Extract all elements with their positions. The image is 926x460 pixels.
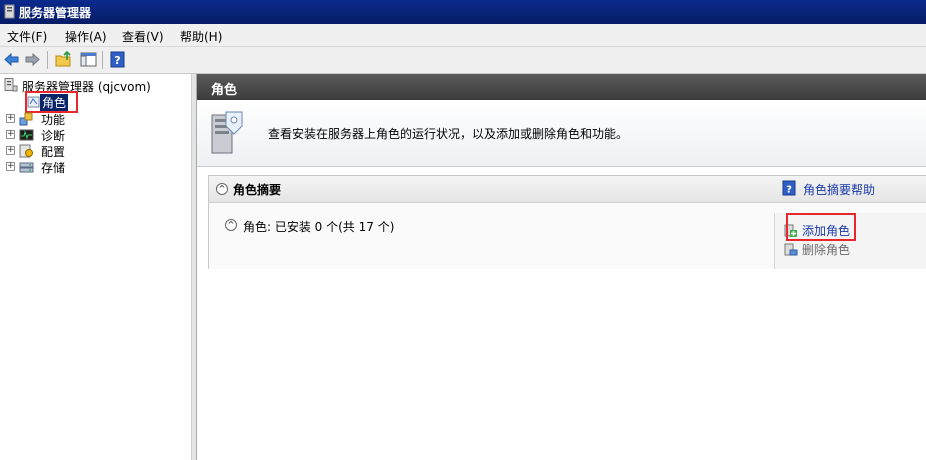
remove-roles-link[interactable]: 删除角色 <box>802 241 850 258</box>
svg-text:?: ? <box>114 54 120 67</box>
server-manager-icon <box>4 4 15 19</box>
tree-item-diagnostics[interactable]: + 诊断 <box>6 127 156 143</box>
collapse-icon[interactable]: ^ <box>216 183 228 195</box>
configuration-icon <box>19 144 33 158</box>
toolbar: ? <box>0 47 926 74</box>
window-title: 服务器管理器 <box>19 6 92 20</box>
tree-item-label: 功能 <box>41 113 66 127</box>
window-title-bar: 服务器管理器 <box>0 0 926 24</box>
diagnostics-icon <box>19 129 34 141</box>
expand-icon[interactable]: + <box>6 130 15 139</box>
tree-item-label: 诊断 <box>41 129 66 143</box>
expand-icon[interactable]: + <box>6 146 15 155</box>
intro-banner: 查看安装在服务器上角色的运行状况，以及添加或删除角色和功能。 <box>197 100 926 167</box>
roles-summary-title: 角色摘要 <box>233 183 282 197</box>
expand-icon[interactable]: + <box>6 114 15 123</box>
svg-text:?: ? <box>786 185 792 196</box>
roles-installed-status: 角色: 已安装 0 个(共 17 个) <box>243 220 395 234</box>
highlight-box <box>25 91 78 113</box>
server-manager-icon <box>4 78 18 92</box>
expand-icon[interactable]: + <box>6 162 15 171</box>
menu-view[interactable]: 查看(V) <box>122 28 164 45</box>
menu-action[interactable]: 操作(A) <box>65 28 107 45</box>
features-icon <box>19 112 33 126</box>
tree-item-label: 配置 <box>41 145 66 159</box>
menu-file[interactable]: 文件(F) <box>7 28 47 45</box>
help-icon[interactable]: ? <box>782 180 796 196</box>
details-pane: 角色 查看安装在服务器上角色的运行状况，以及添加或删除角色和功能。 ^ 角色摘要… <box>197 74 926 460</box>
help-icon[interactable]: ? <box>109 51 126 68</box>
roles-summary-help-link[interactable]: 角色摘要帮助 <box>803 181 875 198</box>
pane-header: 角色 <box>197 74 926 100</box>
back-icon[interactable] <box>3 51 20 68</box>
remove-role-icon <box>784 243 798 256</box>
intro-description: 查看安装在服务器上角色的运行状况，以及添加或删除角色和功能。 <box>268 127 629 141</box>
show-hide-tree-icon[interactable] <box>80 51 97 68</box>
tree-item-label: 存储 <box>41 161 66 175</box>
pane-title: 角色 <box>211 83 238 98</box>
forward-icon[interactable] <box>24 51 41 68</box>
collapse-icon[interactable]: ^ <box>225 219 237 231</box>
toolbar-separator <box>47 51 48 69</box>
console-tree: 服务器管理器 (qjcvom) 角色 + 功能 + 诊断 + 配置 + 存储 <box>0 74 191 460</box>
toolbar-separator <box>102 51 103 69</box>
storage-icon <box>19 162 34 173</box>
tree-item-features[interactable]: + 功能 <box>6 111 156 127</box>
roles-summary-header: ^ 角色摘要 ? 角色摘要帮助 <box>209 176 926 203</box>
up-folder-icon[interactable] <box>55 51 72 68</box>
menu-bar: 文件(F) 操作(A) 查看(V) 帮助(H) <box>0 24 926 47</box>
tree-item-storage[interactable]: + 存储 <box>6 159 156 175</box>
server-roles-icon <box>211 111 243 154</box>
tree-item-configuration[interactable]: + 配置 <box>6 143 156 159</box>
menu-help[interactable]: 帮助(H) <box>180 28 222 45</box>
highlight-box <box>786 213 856 241</box>
